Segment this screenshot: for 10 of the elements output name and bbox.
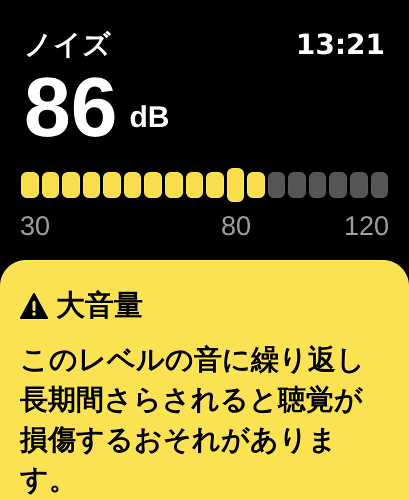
- scale-label: 120: [344, 210, 389, 243]
- decibel-unit: dB: [129, 100, 170, 136]
- app-title: ノイズ: [24, 27, 111, 63]
- alert-message: このレベルの音に繰り返し長期間さらされると聴覚が損傷するおそれがあります。: [20, 342, 366, 498]
- scale-label: 30: [20, 210, 50, 243]
- warning-icon: [20, 292, 48, 319]
- clock-time: 13:21: [296, 27, 385, 63]
- decibel-value: 86: [24, 62, 118, 152]
- alert-title: 大音量: [56, 287, 143, 324]
- scale-label: 80: [221, 210, 252, 243]
